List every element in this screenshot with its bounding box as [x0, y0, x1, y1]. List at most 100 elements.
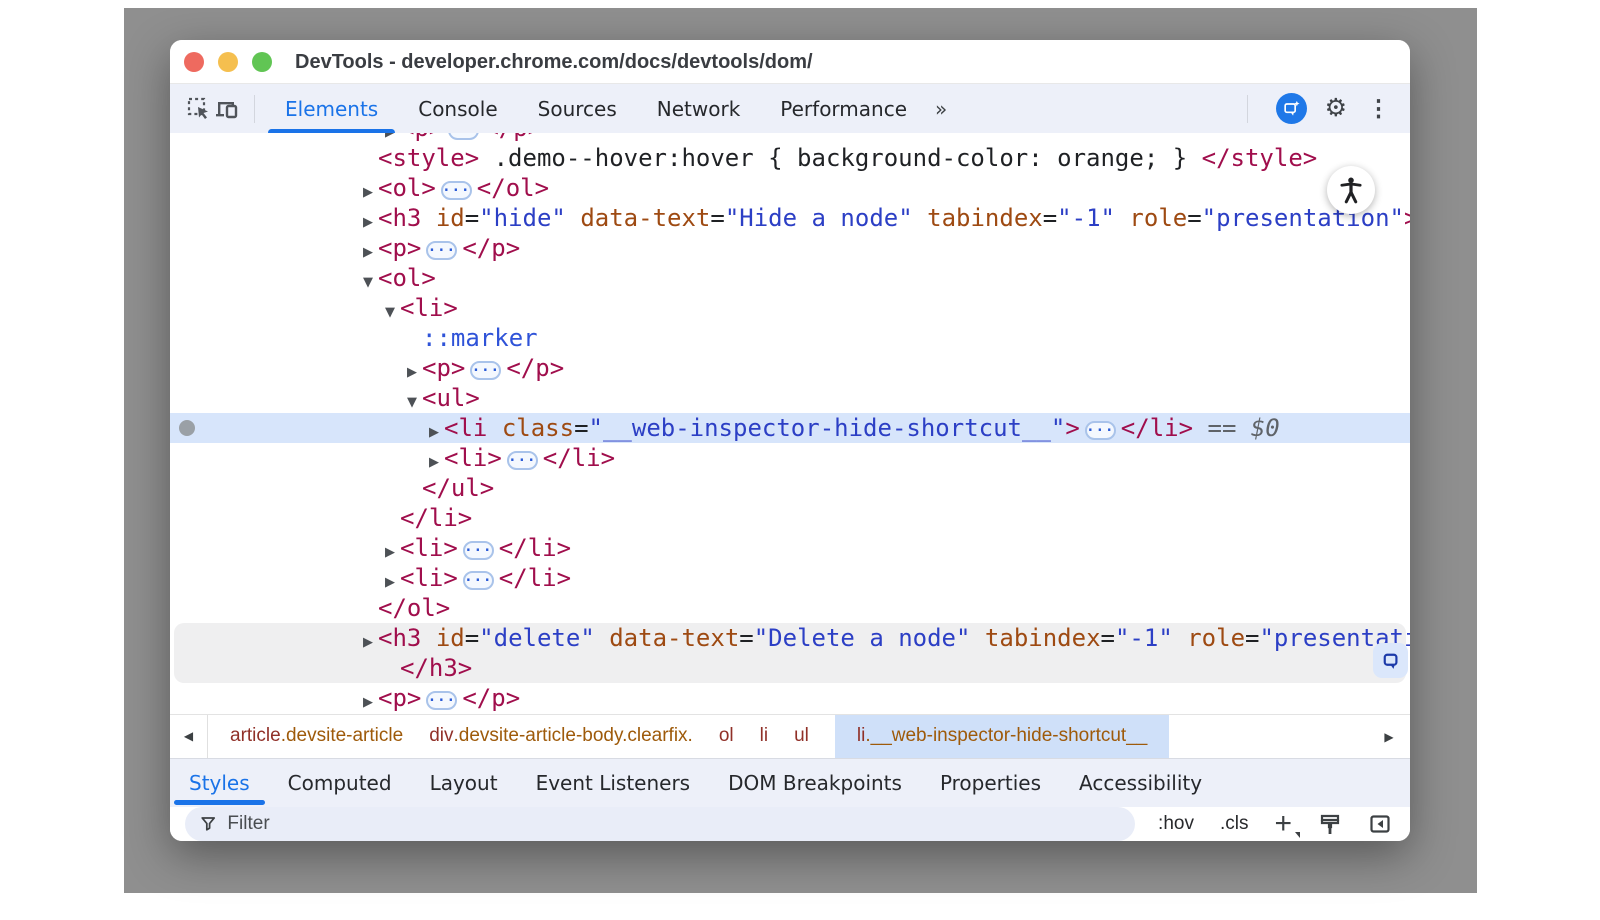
- dom-code-segment: =: [465, 624, 479, 652]
- breadcrumb: article.devsite-article div.devsite-artic…: [208, 715, 1169, 758]
- dom-tree-row[interactable]: ▼<ol>: [170, 263, 1410, 293]
- sidebar-tab-layout[interactable]: Layout: [411, 759, 517, 807]
- breadcrumb-tag: li: [857, 725, 865, 747]
- dom-tree-row[interactable]: </ol>: [170, 593, 1410, 623]
- dom-tree-row[interactable]: ▶<h3 id="delete" data-text="Delete a nod…: [174, 623, 1406, 653]
- dom-code-segment: =: [465, 204, 479, 232]
- dom-tree-row[interactable]: ▼<li>: [170, 293, 1410, 323]
- dom-code-segment: [1115, 204, 1129, 232]
- close-button[interactable]: [184, 52, 204, 72]
- dom-tree-row[interactable]: ::marker: [170, 323, 1410, 353]
- breadcrumb-item-li-selected[interactable]: li.__web-inspector-hide-shortcut__: [835, 714, 1169, 758]
- tab-network[interactable]: Network: [637, 84, 761, 133]
- dom-tree-row[interactable]: ▼<ul>: [170, 383, 1410, 413]
- dom-code-segment: <p>: [400, 133, 443, 142]
- ellipsis-icon: ...: [1086, 420, 1114, 434]
- styles-toolbar: :hov .cls +: [170, 807, 1410, 842]
- dom-code-segment: </ol>: [477, 174, 549, 202]
- sidebar-tab-styles[interactable]: Styles: [170, 759, 269, 807]
- dom-code-segment: ::marker: [422, 324, 538, 352]
- dom-tree-row[interactable]: </h3>: [174, 653, 1406, 683]
- styles-filter-field[interactable]: [185, 807, 1135, 841]
- dom-tree-row[interactable]: ▶<p>...</p>: [170, 683, 1410, 713]
- tab-console[interactable]: Console: [398, 84, 517, 133]
- active-sidebar-tab-indicator: [174, 800, 265, 805]
- dom-tree-row[interactable]: </ul>: [170, 473, 1410, 503]
- accessibility-overlay-button[interactable]: [1327, 166, 1375, 214]
- dom-tree-row[interactable]: ▶<h3 id="hide" data-text="Hide a node" t…: [170, 203, 1410, 233]
- toggle-sidebar-button[interactable]: [1368, 812, 1392, 836]
- sidebar-tab-computed[interactable]: Computed: [269, 759, 411, 807]
- ellipsis-expander-button[interactable]: ...: [463, 571, 494, 590]
- breadcrumb-item-article[interactable]: article.devsite-article: [230, 714, 403, 758]
- dom-code-segment: <ul>: [422, 384, 480, 412]
- dom-code-segment: [421, 624, 435, 652]
- settings-gear-button[interactable]: ⚙: [1325, 96, 1347, 121]
- styles-filter-input[interactable]: [227, 813, 1121, 835]
- sidebar-tab-properties[interactable]: Properties: [921, 759, 1060, 807]
- rendering-emulations-button[interactable]: [1318, 812, 1342, 836]
- dom-tree-row[interactable]: ▶<p>...</p>: [170, 133, 1410, 143]
- ellipsis-expander-button[interactable]: ...: [507, 451, 538, 470]
- devtools-toolbar: ElementsConsoleSourcesNetworkPerformance…: [170, 84, 1410, 133]
- dom-code-segment: "Delete a node": [754, 624, 971, 652]
- dom-code-segment: role: [1129, 204, 1187, 232]
- dom-tree-row[interactable]: ▶<li>...</li>: [170, 533, 1410, 563]
- breadcrumb-item-ol[interactable]: ol: [719, 714, 734, 758]
- dom-tree-row[interactable]: </li>: [170, 503, 1410, 533]
- ellipsis-expander-button[interactable]: ...: [448, 133, 479, 140]
- dom-code-segment: </p>: [506, 354, 564, 382]
- customize-devtools-menu-button[interactable]: ⋮: [1365, 97, 1392, 120]
- breadcrumb-item-ul[interactable]: ul: [794, 714, 809, 758]
- dom-tree-row[interactable]: ▶<p>...</p>: [170, 233, 1410, 263]
- ai-assistance-fab[interactable]: [1373, 643, 1408, 678]
- zoom-button[interactable]: [252, 52, 272, 72]
- tab-performance[interactable]: Performance: [760, 84, 927, 133]
- dom-code-segment: [913, 204, 927, 232]
- dom-tree-row[interactable]: ▶<li>...</li>: [170, 563, 1410, 593]
- dom-tree-row[interactable]: ▶<p>...</p>: [170, 353, 1410, 383]
- dock-panel-icon: [1368, 812, 1392, 836]
- ellipsis-expander-button[interactable]: ...: [426, 691, 457, 710]
- sidebar-tab-dom-breakpoints[interactable]: DOM Breakpoints: [709, 759, 921, 807]
- dom-tree-row[interactable]: <style> .demo--hover:hover { background-…: [170, 143, 1410, 173]
- inspect-element-button[interactable]: [184, 94, 214, 124]
- dom-tree-row[interactable]: ▶<ol>...</ol>: [170, 173, 1410, 203]
- element-classes-button[interactable]: .cls: [1220, 813, 1249, 835]
- dom-tree-panel[interactable]: ▶<p>...</p><style> .demo--hover:hover { …: [170, 133, 1410, 714]
- dom-code-segment: =: [710, 204, 724, 232]
- breadcrumb-item-div[interactable]: div.devsite-article-body.clearfix.: [429, 714, 693, 758]
- ellipsis-expander-button[interactable]: ...: [470, 361, 501, 380]
- breadcrumb-scroll-right-button[interactable]: ▶: [1376, 715, 1402, 758]
- ai-chat-bubble-icon: [1281, 99, 1301, 119]
- expand-arrow-icon[interactable]: ▶: [358, 688, 378, 714]
- ellipsis-expander-button[interactable]: ...: [463, 541, 494, 560]
- device-toolbar-icon: [214, 96, 244, 122]
- dom-tree-row-selected[interactable]: ▶<li class="__web-inspector-hide-shortcu…: [170, 413, 1410, 443]
- sidebar-tab-event-listeners[interactable]: Event Listeners: [517, 759, 710, 807]
- ellipsis-expander-button[interactable]: ...: [426, 241, 457, 260]
- dom-code-segment: </li>: [400, 504, 472, 532]
- dom-code-segment: <li>: [400, 564, 458, 592]
- dom-code-segment: <p>: [378, 684, 421, 712]
- dom-code-segment: <p>: [378, 234, 421, 262]
- ellipsis-expander-button[interactable]: ...: [1085, 421, 1116, 440]
- breadcrumb-item-li[interactable]: li: [760, 714, 768, 758]
- styles-actions: :hov .cls +: [1158, 809, 1392, 839]
- toggle-device-toolbar-button[interactable]: [214, 94, 244, 124]
- dom-code-segment: tabindex: [985, 624, 1101, 652]
- dom-tree-row[interactable]: ▶<li>...</li>: [170, 443, 1410, 473]
- minimize-button[interactable]: [218, 52, 238, 72]
- ellipsis-icon: ...: [464, 570, 492, 584]
- dom-code-segment: <ol>: [378, 174, 436, 202]
- new-style-rule-button[interactable]: +: [1274, 809, 1292, 839]
- more-panels-button[interactable]: »: [927, 97, 953, 121]
- dom-code-segment: </p>: [484, 133, 542, 142]
- breadcrumb-scroll-left-button[interactable]: ◀: [170, 715, 208, 758]
- sidebar-tab-accessibility[interactable]: Accessibility: [1060, 759, 1221, 807]
- tab-sources[interactable]: Sources: [518, 84, 637, 133]
- tab-elements[interactable]: Elements: [265, 84, 398, 133]
- toggle-element-state-button[interactable]: :hov: [1158, 813, 1194, 835]
- ai-assistance-button[interactable]: [1276, 93, 1307, 124]
- ellipsis-expander-button[interactable]: ...: [441, 181, 472, 200]
